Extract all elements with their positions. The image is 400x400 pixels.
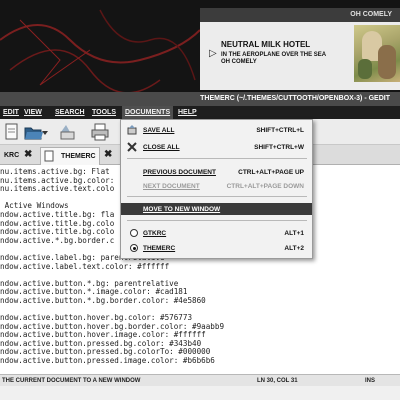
doc-themerc-shortcut: ALT+2: [284, 245, 304, 252]
menu-tools[interactable]: TOOLS: [89, 106, 119, 119]
menu-item-doc-themerc[interactable]: THEMERC ALT+2: [121, 242, 312, 254]
menu-edit[interactable]: EDIT: [0, 106, 22, 119]
cursor-position: LN 30, COL 31: [257, 378, 298, 384]
code-line: ndow.active.button.pressed.image.color: …: [0, 356, 215, 366]
menu-separator: [127, 158, 307, 159]
tab-themerc-label: THEMERC: [61, 153, 96, 160]
menu-search[interactable]: SEARCH: [52, 106, 88, 119]
next-document-shortcut: CTRL+ALT+PAGE DOWN: [226, 183, 304, 190]
menu-item-close-all[interactable]: CLOSE ALL SHIFT+CTRL+W: [121, 141, 312, 153]
print-icon[interactable]: [90, 122, 110, 142]
new-file-icon[interactable]: [2, 122, 22, 142]
window-title: THEMERC (~/.THEMES/CUTTOOTH/OPENBOX-3) -…: [0, 92, 400, 106]
menu-item-move-to-new-window[interactable]: MOVE TO NEW WINDOW: [121, 203, 312, 215]
save-all-shortcut: SHIFT+CTRL+L: [256, 127, 304, 134]
document-icon: [44, 150, 54, 162]
doc-gtkrc-shortcut: ALT+1: [284, 230, 304, 237]
menu-separator: [127, 196, 307, 197]
notification-artist: NEUTRAL MILK HOTEL: [221, 40, 311, 49]
notification-album: IN THE AEROPLANE OVER THE SEA: [221, 52, 327, 58]
documents-menu: SAVE ALL SHIFT+CTRL+L CLOSE ALL SHIFT+CT…: [120, 119, 313, 259]
tab-gtkrc[interactable]: KRC: [0, 147, 22, 165]
menu-item-save-all[interactable]: SAVE ALL SHIFT+CTRL+L: [121, 124, 312, 136]
close-all-icon: [127, 142, 137, 152]
radio-selected-icon: [130, 244, 138, 252]
notification-app-name: OH COMELY: [200, 8, 400, 22]
previous-document-shortcut: CTRL+ALT+PAGE UP: [238, 169, 304, 176]
close-all-label: CLOSE ALL: [143, 144, 180, 151]
menu-documents[interactable]: DOCUMENTS: [122, 106, 174, 119]
notification-track: OH COMELY: [221, 59, 257, 65]
close-all-shortcut: SHIFT+CTRL+W: [254, 144, 304, 151]
close-tab-icon[interactable]: ✖: [104, 150, 112, 160]
save-all-icon: [127, 125, 137, 135]
menu-item-previous-document[interactable]: PREVIOUS DOCUMENT CTRL+ALT+PAGE UP: [121, 166, 312, 178]
music-notification: OH COMELY ▷ NEUTRAL MILK HOTEL IN THE AE…: [200, 8, 400, 90]
open-dropdown-arrow-icon[interactable]: [40, 122, 50, 142]
album-art-image: [354, 25, 400, 82]
previous-document-label: PREVIOUS DOCUMENT: [143, 169, 216, 176]
status-message: THE CURRENT DOCUMENT TO A NEW WINDOW: [2, 378, 141, 384]
close-tab-icon[interactable]: ✖: [24, 150, 32, 160]
doc-gtkrc-label: GTKRC: [143, 230, 167, 237]
code-line: ndow.active.button.*.bg.border.color: #4…: [0, 295, 206, 305]
status-bar: THE CURRENT DOCUMENT TO A NEW WINDOW LN …: [0, 374, 400, 386]
move-to-new-window-label: MOVE TO NEW WINDOW: [143, 206, 221, 213]
next-document-label: NEXT DOCUMENT: [143, 183, 200, 190]
menu-bar: EDIT VIEW SEARCH TOOLS DOCUMENTS HELP: [0, 106, 400, 119]
menu-view[interactable]: VIEW: [21, 106, 45, 119]
menu-item-next-document: NEXT DOCUMENT CTRL+ALT+PAGE DOWN: [121, 180, 312, 192]
save-all-label: SAVE ALL: [143, 127, 175, 134]
insert-mode: INS: [365, 378, 376, 384]
menu-item-doc-gtkrc[interactable]: GTKRC ALT+1: [121, 227, 312, 239]
doc-themerc-label: THEMERC: [143, 245, 176, 252]
menu-separator: [127, 220, 307, 221]
radio-icon: [130, 229, 138, 237]
code-line: ndow.active.label.text.color: #ffffff: [0, 261, 170, 271]
menu-help[interactable]: HELP: [175, 106, 200, 119]
play-icon: ▷: [209, 48, 217, 59]
save-icon[interactable]: [58, 122, 78, 142]
